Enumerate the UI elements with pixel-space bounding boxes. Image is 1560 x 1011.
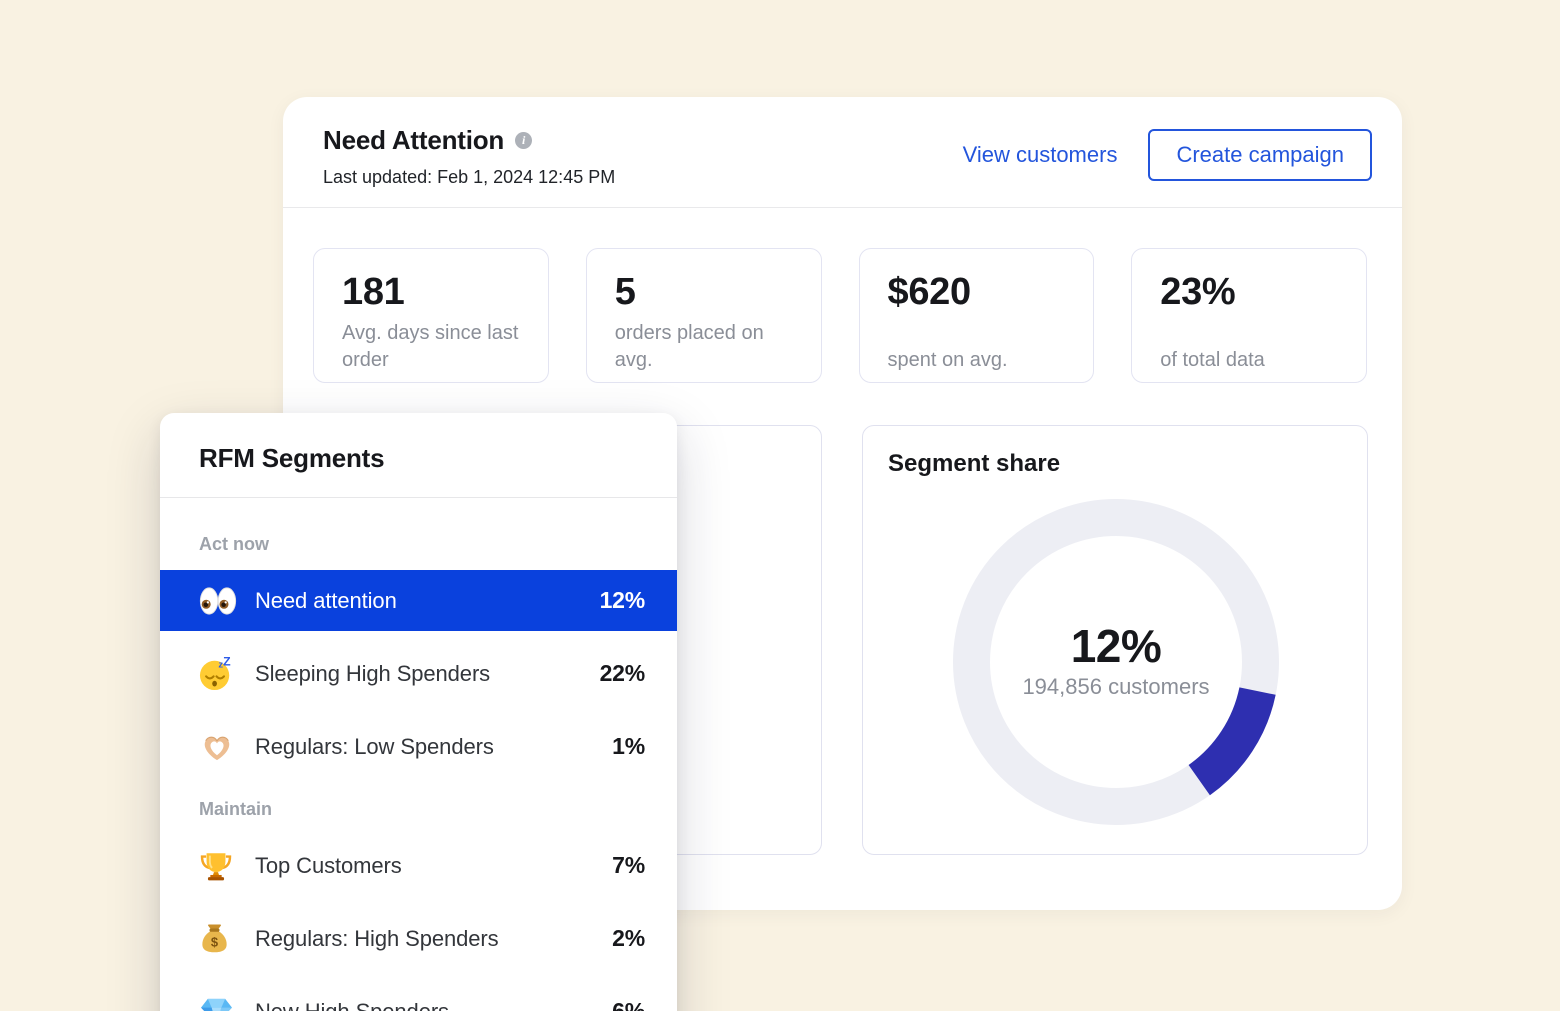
svg-text:$: $ xyxy=(211,935,218,950)
page-title: Need Attention xyxy=(323,123,504,157)
card-header: Need Attention i Last updated: Feb 1, 20… xyxy=(323,123,1372,189)
stat-card: 5 orders placed on avg. xyxy=(586,248,822,383)
segment-label: New High Spenders xyxy=(255,999,449,1011)
section-label-maintain: Maintain xyxy=(160,796,677,822)
segment-row-regulars-high-spenders[interactable]: $ Regulars: High Spenders 2% xyxy=(160,908,677,969)
segment-label: Regulars: Low Spenders xyxy=(255,734,494,760)
rfm-segments-panel: RFM Segments Act now Need attention 12% zZ S… xyxy=(160,413,677,1011)
segment-label: Sleeping High Spenders xyxy=(255,661,490,687)
stat-label: orders placed on avg. xyxy=(615,320,793,374)
segment-row-new-high-spenders[interactable]: New High Spenders 6% xyxy=(160,981,677,1011)
stats-row: 181 Avg. days since last order 5 orders pla… xyxy=(313,248,1367,383)
segment-share-card: Segment share 12% 194,856 customers xyxy=(862,425,1368,855)
segment-label: Top Customers xyxy=(255,853,402,879)
stat-label: Avg. days since last order xyxy=(342,320,520,374)
segments-list: Act now Need attention 12% zZ Sleeping High … xyxy=(160,531,677,1011)
segment-value: 12% xyxy=(600,587,645,614)
stat-card: 181 Avg. days since last order xyxy=(313,248,549,383)
rfm-panel-title: RFM Segments xyxy=(199,443,638,474)
rfm-panel-divider xyxy=(160,497,677,498)
segment-row-sleeping-high-spenders[interactable]: zZ Sleeping High Spenders 22% xyxy=(160,643,677,704)
stat-value: 181 xyxy=(342,270,520,314)
stat-label: of total data xyxy=(1160,320,1338,374)
segment-row-regulars-low-spenders[interactable]: Regulars: Low Spenders 1% xyxy=(160,716,677,777)
gem-icon xyxy=(199,997,237,1011)
sleeping-face-icon: zZ xyxy=(199,657,237,691)
segment-share-title: Segment share xyxy=(888,450,1060,478)
eyes-icon xyxy=(199,586,237,616)
stat-card: $620 spent on avg. xyxy=(859,248,1095,383)
rfm-panel-header: RFM Segments xyxy=(160,413,677,497)
donut-svg xyxy=(951,497,1281,827)
info-icon[interactable]: i xyxy=(515,132,532,149)
money-bag-icon: $ xyxy=(199,922,237,955)
stat-card: 23% of total data xyxy=(1131,248,1367,383)
stat-label: spent on avg. xyxy=(888,320,1066,374)
view-customers-link[interactable]: View customers xyxy=(963,142,1118,168)
stat-value: $620 xyxy=(888,270,1066,314)
segment-value: 6% xyxy=(612,998,645,1011)
header-divider xyxy=(283,207,1402,208)
page-background: Need Attention i Last updated: Feb 1, 20… xyxy=(0,0,1560,1011)
segment-label: Need attention xyxy=(255,588,397,614)
svg-text:Z: Z xyxy=(223,657,231,669)
segment-value: 1% xyxy=(612,733,645,760)
stat-value: 23% xyxy=(1160,270,1338,314)
create-campaign-button[interactable]: Create campaign xyxy=(1148,129,1372,181)
heart-hands-icon xyxy=(199,731,237,763)
segment-label: Regulars: High Spenders xyxy=(255,926,499,952)
section-label-act-now: Act now xyxy=(160,531,677,557)
segment-row-need-attention[interactable]: Need attention 12% xyxy=(160,570,677,631)
segment-value: 22% xyxy=(600,660,645,687)
donut-chart: 12% 194,856 customers xyxy=(951,497,1281,827)
stat-value: 5 xyxy=(615,270,793,314)
trophy-icon xyxy=(199,849,237,883)
segment-value: 2% xyxy=(612,925,645,952)
segment-row-top-customers[interactable]: Top Customers 7% xyxy=(160,835,677,896)
segment-value: 7% xyxy=(612,852,645,879)
